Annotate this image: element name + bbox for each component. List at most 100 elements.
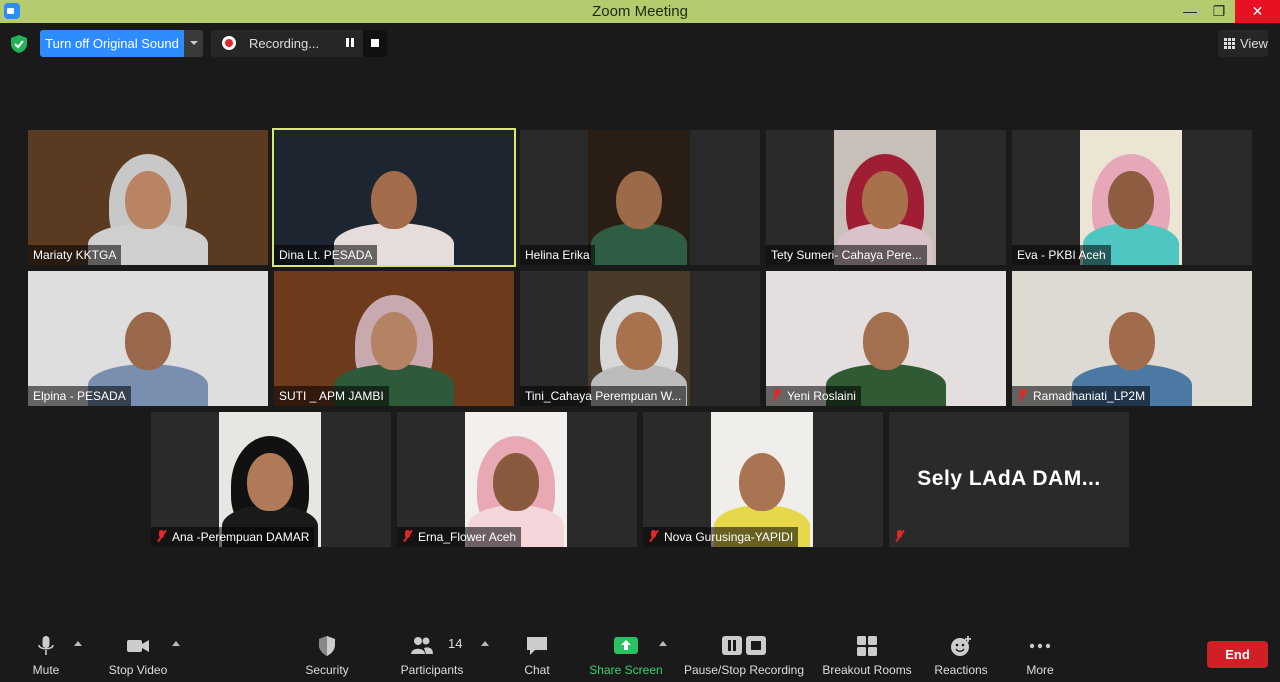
participant-name-tag: SUTI _ APM JAMBI	[274, 386, 389, 406]
window-title: Zoom Meeting	[592, 3, 688, 20]
minimize-icon[interactable]: —	[1175, 0, 1205, 23]
participant-tile[interactable]: Tini_Cahaya Perempuan W...	[520, 271, 760, 406]
participant-name-tag: Mariaty KKTGA	[28, 245, 122, 265]
participant-name-tag: Tini_Cahaya Perempuan W...	[520, 386, 687, 406]
participant-name-tag: Helina Erika	[520, 245, 595, 265]
participant-tile[interactable]: Elpina - PESADA	[28, 271, 268, 406]
participant-name: Ana -Perempuan DAMAR	[172, 530, 310, 544]
participant-video	[588, 130, 690, 265]
mute-label: Mute	[32, 663, 60, 677]
participant-name: Dina Lt. PESADA	[279, 248, 373, 262]
face-shape	[616, 311, 662, 370]
share-screen-label: Share Screen	[589, 663, 663, 677]
chat-bubble-icon	[527, 637, 547, 655]
pause-stop-recording-button[interactable]: Pause/Stop Recording	[680, 625, 808, 682]
face-shape	[493, 452, 539, 511]
participant-name: Tety Sumeri- Cahaya Pere...	[771, 248, 922, 262]
participant-name-tag	[889, 527, 915, 547]
stop-icon	[371, 39, 379, 47]
face-shape	[616, 170, 662, 229]
participant-tile[interactable]: Mariaty KKTGA	[28, 130, 268, 265]
participant-tile[interactable]: Eva - PKBI Aceh	[1012, 130, 1252, 265]
participant-name: Tini_Cahaya Perempuan W...	[525, 389, 682, 403]
participant-name-tag: Erna_Flower Aceh	[397, 527, 522, 547]
security-label: Security	[305, 663, 349, 677]
participant-name: Elpina - PESADA	[33, 389, 126, 403]
face-shape	[863, 311, 909, 370]
more-label: More	[1026, 663, 1054, 677]
participant-name-tag: Eva - PKBI Aceh	[1012, 245, 1111, 265]
video-camera-icon	[127, 640, 149, 652]
encryption-shield-icon[interactable]	[11, 35, 27, 53]
participant-name-tag: Nova Gurusinga-YAPIDI	[643, 527, 799, 547]
face-shape	[125, 311, 171, 370]
reactions-button[interactable]: Reactions	[930, 625, 992, 682]
pause-stop-icon	[722, 636, 766, 655]
face-shape	[1108, 170, 1154, 229]
close-icon[interactable]: ✕	[1235, 0, 1280, 23]
video-options-caret[interactable]	[172, 639, 180, 647]
share-screen-button[interactable]: Share Screen	[586, 625, 666, 682]
stop-video-button[interactable]: Stop Video	[100, 625, 176, 682]
participant-name: Eva - PKBI Aceh	[1017, 248, 1106, 262]
shoulders-shape	[591, 223, 687, 265]
chat-button[interactable]: Chat	[516, 625, 558, 682]
participant-tile[interactable]: Nova Gurusinga-YAPIDI	[643, 412, 883, 547]
participant-name-tag: Elpina - PESADA	[28, 386, 131, 406]
end-meeting-button[interactable]: End	[1207, 641, 1268, 668]
participant-name: Yeni Roslaini	[787, 389, 856, 403]
participant-name-tag: Ana -Perempuan DAMAR	[151, 527, 315, 547]
participant-tile[interactable]: SUTI _ APM JAMBI	[274, 271, 514, 406]
security-button[interactable]: Security	[298, 625, 356, 682]
participants-button[interactable]: 14 Participants	[394, 625, 470, 682]
participant-name: Nova Gurusinga-YAPIDI	[664, 530, 794, 544]
muted-microphone-icon	[648, 530, 659, 542]
grid-view-icon	[1224, 38, 1235, 49]
participant-tile[interactable]: Ana -Perempuan DAMAR	[151, 412, 391, 547]
participants-count: 14	[448, 636, 463, 651]
participant-tile[interactable]: Dina Lt. PESADA	[272, 128, 516, 267]
original-sound-button[interactable]: Turn off Original Sound	[40, 30, 184, 57]
view-label: View	[1240, 36, 1268, 51]
pause-recording-icon[interactable]	[345, 38, 355, 49]
recording-label: Recording...	[249, 36, 320, 51]
share-options-caret[interactable]	[659, 639, 667, 647]
participant-tile[interactable]: Sely LAdA DAM...	[889, 412, 1129, 547]
participant-tile[interactable]: Helina Erika	[520, 130, 760, 265]
people-icon	[411, 637, 433, 654]
grid-squares-icon	[857, 636, 877, 656]
original-sound-dropdown[interactable]	[184, 30, 203, 57]
participants-options-caret[interactable]	[481, 639, 489, 647]
breakout-rooms-label: Breakout Rooms	[822, 663, 912, 677]
breakout-rooms-button[interactable]: Breakout Rooms	[818, 625, 916, 682]
pause-stop-recording-label: Pause/Stop Recording	[683, 663, 805, 677]
face-shape	[247, 452, 293, 511]
face-shape	[1109, 311, 1155, 370]
muted-microphone-icon	[156, 530, 167, 542]
participant-tile[interactable]: Ramadhaniati_LP2M	[1012, 271, 1252, 406]
participant-name: Mariaty KKTGA	[33, 248, 117, 262]
participant-tile[interactable]: Yeni Roslaini	[766, 271, 1006, 406]
participant-name-tag: Dina Lt. PESADA	[274, 245, 378, 265]
participant-tile[interactable]: Tety Sumeri- Cahaya Pere...	[766, 130, 1006, 265]
recording-dot-icon	[222, 36, 236, 50]
view-button[interactable]: View	[1218, 30, 1268, 57]
face-shape	[862, 170, 908, 229]
window-titlebar: Zoom Meeting — ❐ ✕	[0, 0, 1280, 23]
reactions-label: Reactions	[934, 663, 988, 677]
restore-icon[interactable]: ❐	[1204, 0, 1234, 23]
participant-name: Ramadhaniati_LP2M	[1033, 389, 1146, 403]
face-shape	[371, 311, 417, 370]
share-arrow-icon	[614, 637, 638, 654]
stop-recording-button[interactable]	[363, 30, 387, 57]
participant-name: Helina Erika	[525, 248, 590, 262]
participant-tile[interactable]: Erna_Flower Aceh	[397, 412, 637, 547]
audio-options-caret[interactable]	[74, 639, 82, 647]
participant-name-tag: Ramadhaniati_LP2M	[1012, 386, 1151, 406]
participant-display-name: Sely LAdA DAM...	[917, 467, 1101, 490]
more-button[interactable]: More	[1018, 625, 1062, 682]
participant-name: Erna_Flower Aceh	[418, 530, 517, 544]
ellipsis-icon	[1029, 643, 1051, 649]
muted-microphone-icon	[1017, 389, 1028, 401]
mute-button[interactable]: Mute	[20, 625, 72, 682]
